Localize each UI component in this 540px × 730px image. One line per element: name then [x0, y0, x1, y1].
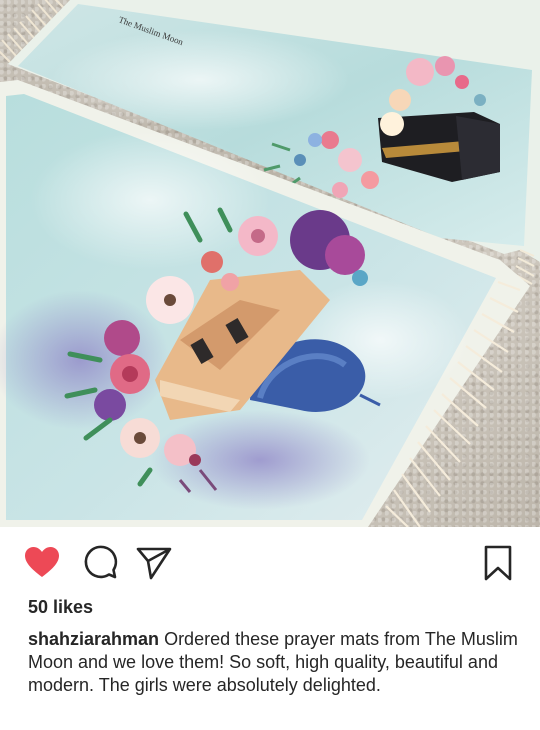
bookmark-icon[interactable]	[478, 543, 518, 583]
post-actions-bar	[0, 527, 540, 597]
prayer-mats-image: The Muslim Moon	[0, 0, 540, 527]
heart-icon[interactable]	[22, 543, 62, 583]
post-caption: shahziarahman Ordered these prayer mats …	[28, 628, 518, 697]
send-icon[interactable]	[134, 543, 174, 583]
likes-count[interactable]: 50 likes	[28, 597, 93, 618]
post-photo[interactable]: The Muslim Moon	[0, 0, 540, 527]
caption-username[interactable]: shahziarahman	[28, 629, 159, 649]
comment-icon[interactable]	[80, 543, 120, 583]
